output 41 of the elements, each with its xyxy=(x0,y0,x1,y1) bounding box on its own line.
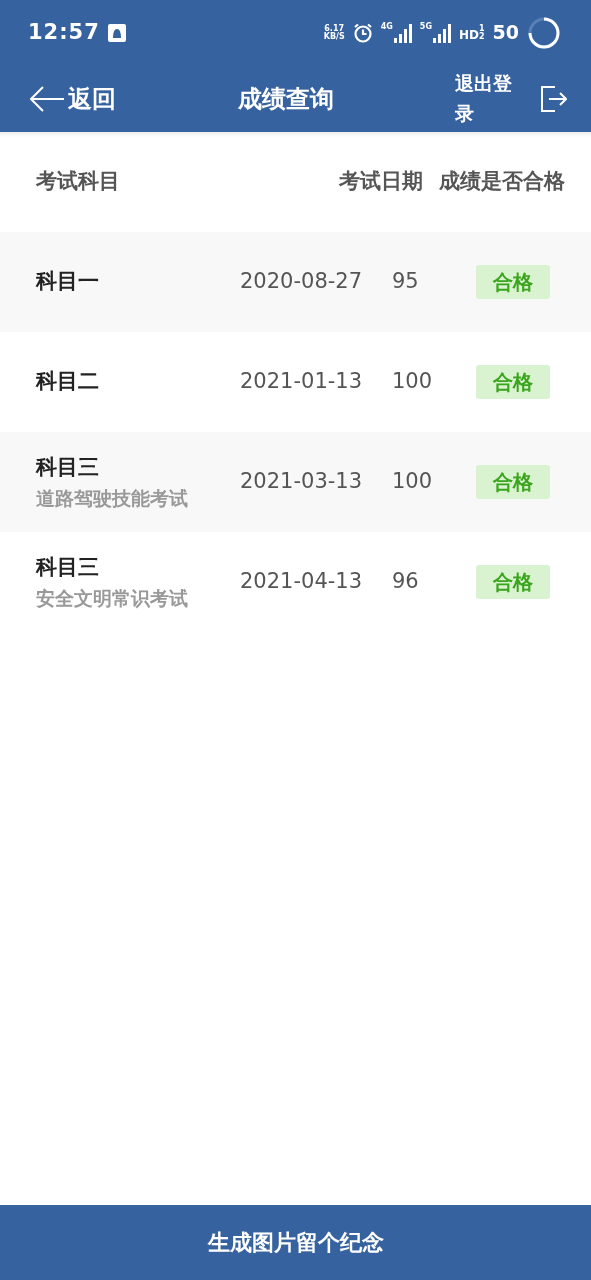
network-type-label: 5G xyxy=(419,22,432,31)
subject-name: 科目三 xyxy=(36,554,100,581)
exam-score: 100 xyxy=(392,468,434,496)
back-arrow-icon xyxy=(30,85,64,112)
result-badge: 合格 xyxy=(476,565,550,599)
signal-icon xyxy=(432,22,451,43)
exam-date: 2020-08-27 xyxy=(240,268,364,296)
result-badge: 合格 xyxy=(476,365,550,399)
network-type-label: 4G xyxy=(380,22,393,31)
network-speed: 6.17 xyxy=(324,24,345,33)
notification-icon xyxy=(107,23,126,42)
subject-name: 科目一 xyxy=(36,268,100,296)
result-badge: 合格 xyxy=(476,265,550,299)
logout-button[interactable]: 退出登录 xyxy=(455,69,517,128)
page-title: 成绩查询 xyxy=(237,83,334,115)
column-header: 考试日期 xyxy=(339,168,423,196)
column-header: 成绩是否合格 xyxy=(439,168,565,196)
exam-date: 2021-04-13 xyxy=(240,568,364,596)
subject-subtitle: 安全文明常识考试 xyxy=(36,585,189,611)
subject-name: 科目二 xyxy=(36,368,100,396)
exam-date: 2021-03-13 xyxy=(240,468,364,496)
exam-date: 2021-01-13 xyxy=(240,368,364,396)
subject-name: 科目三 xyxy=(36,454,100,481)
hd-label: HD xyxy=(458,28,479,41)
generate-image-button[interactable]: 生成图片留个纪念 xyxy=(0,1205,591,1280)
exam-score: 95 xyxy=(392,268,420,296)
result-badge: 合格 xyxy=(476,465,550,499)
alarm-icon xyxy=(352,22,373,43)
battery-ring-icon xyxy=(527,15,561,50)
exam-score: 100 xyxy=(392,368,434,396)
column-header: 考试科目 xyxy=(36,168,120,196)
network-speed-unit: KB/S xyxy=(323,32,345,41)
logout-icon[interactable] xyxy=(541,85,567,112)
status-time: 12:57 xyxy=(28,18,100,46)
sim-number: 1 xyxy=(478,24,485,33)
subject-subtitle: 道路驾驶技能考试 xyxy=(36,485,189,511)
signal-icon xyxy=(393,22,412,43)
sim-number: 2 xyxy=(478,32,485,41)
back-button[interactable]: 返回 xyxy=(30,80,116,117)
battery-percent: 50 xyxy=(492,20,519,46)
exam-score: 96 xyxy=(392,568,420,596)
